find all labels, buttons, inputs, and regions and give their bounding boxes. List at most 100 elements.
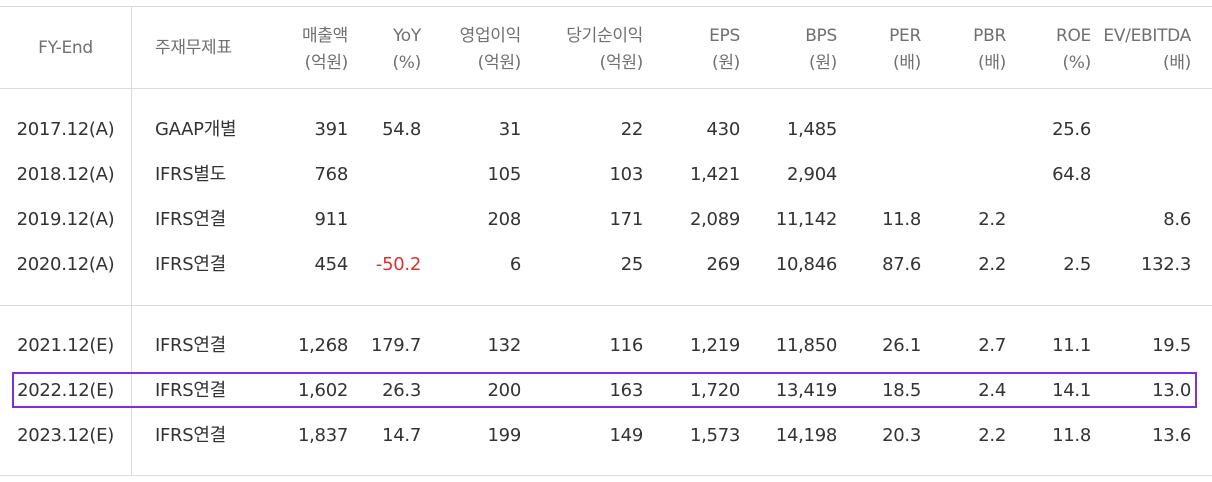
op-income-cell: 132: [487, 335, 522, 356]
pbr-cell: 2.4: [978, 380, 1006, 401]
eps-cell: 2,089: [689, 209, 740, 230]
net-income-cell: 149: [609, 425, 644, 446]
header-bottom-border: [0, 88, 1212, 89]
net-income-cell: 22: [620, 119, 644, 140]
pbr-cell: 2.2: [978, 254, 1006, 275]
revenue-cell: 391: [314, 119, 349, 140]
op-income-cell: 31: [498, 119, 522, 140]
header-bps-unit: (원): [808, 53, 837, 73]
fy-end-cell: 2020.12(A): [16, 254, 115, 275]
per-cell: 11.8: [882, 209, 921, 230]
per-cell: 20.3: [882, 425, 921, 446]
per-cell: 18.5: [882, 380, 921, 401]
fy-end-cell: 2019.12(A): [16, 209, 115, 230]
bps-cell: 13,419: [775, 380, 837, 401]
header-per: PER: [889, 26, 921, 46]
revenue-cell: 454: [314, 254, 349, 275]
bps-cell: 2,904: [786, 164, 837, 185]
net-income-cell: 103: [609, 164, 644, 185]
op-income-cell: 105: [487, 164, 522, 185]
yoy-cell: 179.7: [370, 335, 421, 356]
statement-cell: IFRS연결: [155, 254, 226, 275]
pbr-cell: 2.7: [978, 335, 1006, 356]
per-cell: 26.1: [882, 335, 921, 356]
roe-cell: 2.5: [1063, 254, 1091, 275]
bps-cell: 1,485: [786, 119, 837, 140]
eps-cell: 1,720: [689, 380, 740, 401]
fy-end-cell: 2022.12(E): [17, 380, 114, 401]
header-ev-ebitda: EV/EBITDA: [1103, 26, 1191, 46]
net-income-cell: 116: [609, 335, 644, 356]
header-op-income: 영업이익: [459, 26, 522, 46]
op-income-cell: 208: [487, 209, 522, 230]
table-bottom-border: [0, 475, 1212, 476]
roe-cell: 11.1: [1052, 335, 1091, 356]
eps-cell: 1,573: [689, 425, 740, 446]
fy-end-cell: 2018.12(A): [16, 164, 115, 185]
net-income-cell: 163: [609, 380, 644, 401]
statement-cell: IFRS연결: [155, 425, 226, 446]
financial-summary-table: FY-End 주재무제표 매출액 (억원) YoY (%) 영업이익 (억원) …: [0, 0, 1212, 482]
header-pbr: PBR: [973, 26, 1006, 46]
header-yoy-unit: (%): [392, 53, 421, 73]
actual-estimate-divider: [0, 305, 1212, 306]
statement-cell: IFRS연결: [155, 209, 226, 230]
bps-cell: 14,198: [775, 425, 837, 446]
eps-cell: 269: [706, 254, 741, 275]
header-revenue-unit: (억원): [304, 53, 349, 73]
fy-end-cell: 2023.12(E): [17, 425, 114, 446]
revenue-cell: 768: [314, 164, 349, 185]
revenue-cell: 1,602: [297, 380, 348, 401]
header-fy-end: FY-End: [38, 38, 93, 58]
revenue-cell: 1,837: [297, 425, 348, 446]
eps-cell: 430: [706, 119, 741, 140]
op-income-cell: 199: [487, 425, 522, 446]
net-income-cell: 25: [620, 254, 644, 275]
ev-ebitda-cell: 8.6: [1163, 209, 1191, 230]
per-cell: 87.6: [882, 254, 921, 275]
header-op-income-unit: (억원): [477, 53, 522, 73]
bps-cell: 11,142: [775, 209, 837, 230]
roe-cell: 25.6: [1052, 119, 1091, 140]
op-income-cell: 6: [509, 254, 521, 275]
header-net-income-unit: (억원): [599, 53, 644, 73]
ev-ebitda-cell: 13.6: [1152, 425, 1191, 446]
header-eps-unit: (원): [711, 53, 740, 73]
revenue-cell: 1,268: [297, 335, 348, 356]
pbr-cell: 2.2: [978, 209, 1006, 230]
header-revenue: 매출액: [301, 26, 348, 46]
yoy-cell: -50.2: [375, 254, 421, 275]
yoy-cell: 26.3: [382, 380, 421, 401]
statement-cell: IFRS연결: [155, 380, 226, 401]
statement-cell: IFRS연결: [155, 335, 226, 356]
header-eps: EPS: [709, 26, 740, 46]
fy-end-cell: 2017.12(A): [16, 119, 115, 140]
header-per-unit: (배): [892, 53, 921, 73]
eps-cell: 1,219: [689, 335, 740, 356]
ev-ebitda-cell: 19.5: [1152, 335, 1191, 356]
header-bps: BPS: [805, 26, 837, 46]
roe-cell: 14.1: [1052, 380, 1091, 401]
roe-cell: 11.8: [1052, 425, 1091, 446]
eps-cell: 1,421: [689, 164, 740, 185]
revenue-cell: 911: [314, 209, 349, 230]
fy-end-cell: 2021.12(E): [17, 335, 114, 356]
header-roe-unit: (%): [1062, 53, 1091, 73]
bps-cell: 11,850: [775, 335, 837, 356]
bps-cell: 10,846: [775, 254, 837, 275]
header-roe: ROE: [1055, 26, 1091, 46]
header-yoy: YoY: [392, 26, 421, 46]
ev-ebitda-cell: 13.0: [1152, 380, 1191, 401]
yoy-cell: 14.7: [382, 425, 421, 446]
statement-cell: GAAP개별: [155, 119, 237, 140]
net-income-cell: 171: [609, 209, 644, 230]
roe-cell: 64.8: [1052, 164, 1091, 185]
pbr-cell: 2.2: [978, 425, 1006, 446]
header-statement: 주재무제표: [155, 38, 232, 58]
op-income-cell: 200: [487, 380, 522, 401]
header-pbr-unit: (배): [977, 53, 1006, 73]
yoy-cell: 54.8: [382, 119, 421, 140]
header-net-income: 당기순이익: [566, 26, 643, 46]
header-ev-ebitda-unit: (배): [1162, 53, 1191, 73]
ev-ebitda-cell: 132.3: [1140, 254, 1191, 275]
